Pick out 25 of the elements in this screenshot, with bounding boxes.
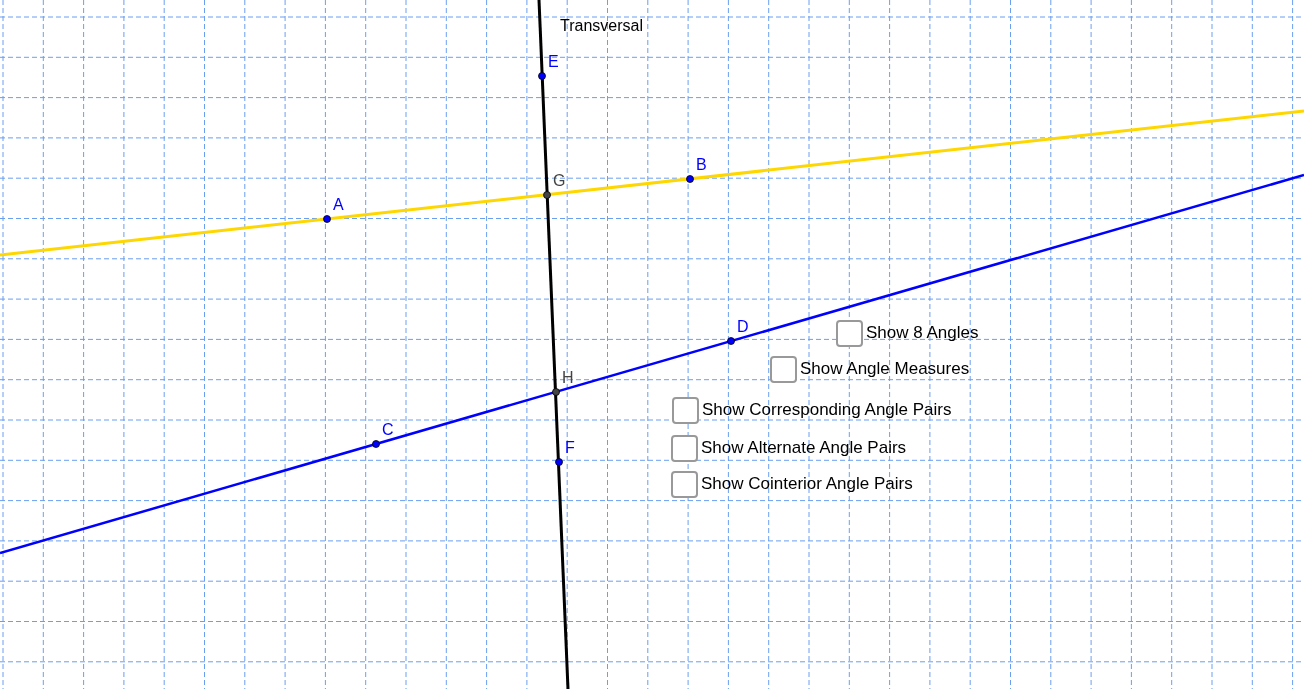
checkbox[interactable] <box>671 435 698 462</box>
point-marker[interactable] <box>538 72 546 80</box>
point-marker[interactable] <box>323 215 331 223</box>
point-label: F <box>565 439 575 457</box>
point-marker[interactable] <box>555 458 563 466</box>
checkbox[interactable] <box>770 356 797 383</box>
point-label: E <box>548 53 559 71</box>
checkbox-label[interactable]: Show Corresponding Angle Pairs <box>702 400 952 420</box>
point-marker[interactable] <box>543 191 551 199</box>
checkbox[interactable] <box>672 397 699 424</box>
checkbox[interactable] <box>836 320 863 347</box>
checkbox-label[interactable]: Show Angle Measures <box>800 359 970 379</box>
point-marker[interactable] <box>727 337 735 345</box>
checkbox[interactable] <box>671 471 698 498</box>
point-label: C <box>382 421 394 439</box>
checkbox-label[interactable]: Show Alternate Angle Pairs <box>701 438 907 458</box>
point-marker[interactable] <box>686 175 694 183</box>
point-marker[interactable] <box>552 388 560 396</box>
checkbox-label[interactable]: Show 8 Angles <box>866 323 979 343</box>
point-label: A <box>333 196 344 214</box>
line-label: Transversal <box>560 17 643 35</box>
point-label: B <box>696 156 707 174</box>
point-label: D <box>737 318 749 336</box>
point-marker[interactable] <box>372 440 380 448</box>
checkbox-label[interactable]: Show Cointerior Angle Pairs <box>701 474 913 494</box>
